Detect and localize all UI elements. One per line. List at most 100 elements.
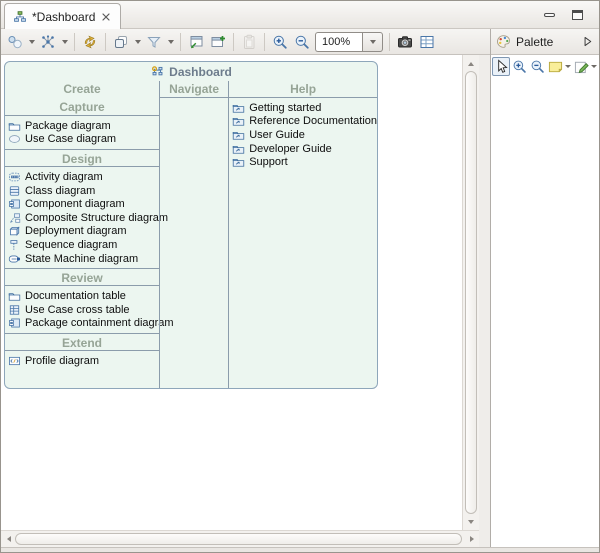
dashboard-item[interactable]: Profile diagram <box>5 354 159 368</box>
note-tool[interactable] <box>546 57 564 76</box>
vertical-scrollbar[interactable] <box>462 55 479 530</box>
dashboard-item[interactable]: Support <box>229 155 377 169</box>
filters-button[interactable] <box>143 31 165 53</box>
grid-window-icon <box>419 34 435 50</box>
dashboard-item[interactable]: User Guide <box>229 128 377 142</box>
window-controls <box>544 10 583 20</box>
zoom-level-input[interactable] <box>315 32 362 52</box>
arrange-button-dropdown[interactable] <box>59 31 70 53</box>
palette-zoom-out-tool[interactable] <box>528 57 546 76</box>
filters-button-dropdown[interactable] <box>165 31 176 53</box>
arrange-button[interactable] <box>37 31 59 53</box>
toolbar-separator <box>74 33 75 51</box>
scroll-down-arrow-icon[interactable] <box>464 514 478 529</box>
item-label: State Machine diagram <box>25 253 138 265</box>
copy-appearance-button[interactable] <box>110 31 132 53</box>
help-folder-icon <box>232 102 245 114</box>
select-tool[interactable] <box>492 57 510 76</box>
zoom-in-icon <box>272 34 288 50</box>
palette-zoom-in-tool[interactable] <box>510 57 528 76</box>
zoom-in-button[interactable] <box>269 31 291 53</box>
clipboard-icon <box>241 34 257 50</box>
section-items: Profile diagram <box>5 351 159 371</box>
dashboard-item[interactable]: Documentation table <box>5 289 159 303</box>
zoom-out-icon <box>294 34 310 50</box>
shape-tool[interactable] <box>572 57 590 76</box>
folder-icon <box>8 290 21 302</box>
dashboard-item[interactable]: State Machine diagram <box>5 252 159 266</box>
column-items: Getting startedReference DocumentationUs… <box>229 98 377 172</box>
new-diagram-button[interactable] <box>207 31 229 53</box>
dashboard-item[interactable]: Developer Guide <box>229 142 377 156</box>
dashboard-item[interactable]: Class diagram <box>5 184 159 198</box>
tab-dashboard[interactable]: *Dashboard <box>4 3 121 29</box>
minimize-button[interactable] <box>544 13 555 17</box>
dashboard-item[interactable]: Deployment diagram <box>5 225 159 239</box>
state-machine-diagram-icon <box>8 253 21 265</box>
zoom-out-button[interactable] <box>291 31 313 53</box>
dashboard-item[interactable]: Activity diagram <box>5 170 159 184</box>
item-label: Use Case diagram <box>25 133 116 145</box>
overview-button[interactable] <box>416 31 438 53</box>
zoom-dropdown-button[interactable] <box>362 32 383 52</box>
shape-tool-dropdown[interactable] <box>590 57 598 76</box>
item-label: Class diagram <box>25 185 95 197</box>
add-node-button-dropdown[interactable] <box>26 31 37 53</box>
add-node-button[interactable] <box>4 31 26 53</box>
scroll-left-arrow-icon[interactable] <box>2 532 15 546</box>
horizontal-scrollbar[interactable] <box>1 530 479 547</box>
item-label: Package diagram <box>25 120 111 132</box>
palette-collapse-arrow-icon[interactable] <box>581 35 594 48</box>
note-tool-dropdown[interactable] <box>565 57 573 76</box>
dashboard-item[interactable]: Use Case diagram <box>5 133 159 147</box>
dashboard-item[interactable]: Reference Documentation <box>229 115 377 129</box>
maximize-button[interactable] <box>572 10 583 20</box>
snapshot-button[interactable] <box>394 31 416 53</box>
palette-icon <box>496 34 511 49</box>
toolbar-separator <box>233 33 234 51</box>
palette-tools <box>491 55 599 77</box>
open-diagram-button[interactable] <box>185 31 207 53</box>
scroll-up-arrow-icon[interactable] <box>464 56 478 71</box>
dashboard-item[interactable]: Package diagram <box>5 119 159 133</box>
pencil-icon <box>574 59 589 74</box>
scroll-right-arrow-icon[interactable] <box>465 532 478 546</box>
section-title: Review <box>5 268 159 286</box>
composite-structure-diagram-icon <box>8 212 21 224</box>
dashboard-item[interactable]: Getting started <box>229 101 377 115</box>
dashboard-item[interactable]: Sequence diagram <box>5 238 159 252</box>
palette-title: Palette <box>516 35 553 49</box>
activity-diagram-icon <box>8 171 21 183</box>
vertical-scrollbar-thumb[interactable] <box>465 71 477 514</box>
item-label: Activity diagram <box>25 171 103 183</box>
column-header: Help <box>229 81 377 98</box>
toolbar <box>1 29 490 55</box>
section-items: Documentation tableUse Case cross tableP… <box>5 286 159 333</box>
palette-panel: Palette <box>490 29 599 547</box>
component-diagram-icon <box>8 198 21 210</box>
component-diagram-icon <box>8 317 21 329</box>
filter-icon <box>146 34 162 50</box>
item-label: Documentation table <box>25 290 126 302</box>
dashboard-item[interactable]: Package containment diagram <box>5 317 159 331</box>
dashboard-widget[interactable]: Dashboard CreateCapturePackage diagramUs… <box>4 61 378 389</box>
help-folder-icon <box>232 143 245 155</box>
section-items: Activity diagram Class diagramComponent d… <box>5 167 159 268</box>
dashboard-column-create: CreateCapturePackage diagramUse Case dia… <box>5 81 159 388</box>
paste-button <box>238 31 260 53</box>
dashboard-item[interactable]: Use Case cross table <box>5 303 159 317</box>
dashboard-item[interactable]: Component diagram <box>5 197 159 211</box>
tab-close-icon[interactable] <box>100 11 112 23</box>
palette-header: Palette <box>491 29 599 55</box>
item-label: Getting started <box>249 102 321 114</box>
section-title: Extend <box>5 333 159 351</box>
synchronize-button[interactable] <box>79 31 101 53</box>
sync-arrows-icon <box>82 34 98 50</box>
folder-icon <box>8 120 21 132</box>
dashboard-item[interactable]: Composite Structure diagram <box>5 211 159 225</box>
copy-appearance-button-dropdown[interactable] <box>132 31 143 53</box>
help-folder-icon <box>232 129 245 141</box>
horizontal-scrollbar-thumb[interactable] <box>15 533 462 545</box>
zoom-out-icon <box>530 59 545 74</box>
diagram-canvas[interactable]: Dashboard CreateCapturePackage diagramUs… <box>1 55 479 547</box>
